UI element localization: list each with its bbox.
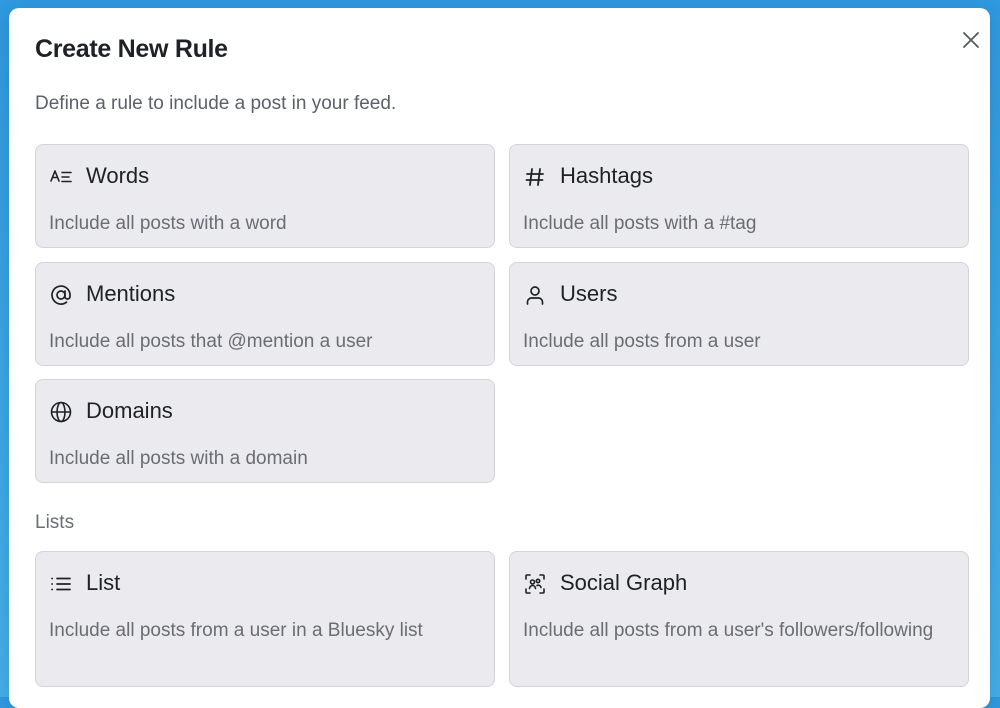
rule-desc-social-graph: Include all posts from a user's follower… [523,620,934,641]
rule-title-mentions: Mentions [86,281,176,306]
rule-card-hashtags[interactable]: Hashtags Include all posts with a #tag [509,144,969,248]
rule-title-words: Words [86,163,150,188]
globe-icon [49,400,73,424]
rule-card-words[interactable]: Words Include all posts with a word [35,144,495,248]
rule-desc-mentions: Include all posts that @mention a user [49,331,373,352]
at-sign-icon [49,283,73,307]
hashtag-icon [523,165,547,189]
close-button[interactable] [957,26,985,54]
rule-desc-users: Include all posts from a user [523,331,761,352]
section-label-lists: Lists [35,512,75,533]
rule-title-users: Users [560,281,618,306]
rule-card-list[interactable]: List Include all posts from a user in a … [35,551,495,687]
close-icon [963,32,979,48]
rule-title-list: List [86,570,121,595]
text-words-icon [49,165,73,189]
rule-card-mentions[interactable]: Mentions Include all posts that @mention… [35,262,495,366]
rule-title-social-graph: Social Graph [560,570,688,595]
dialog-subtitle: Define a rule to include a post in your … [35,93,397,114]
dialog-title: Create New Rule [35,35,228,63]
rule-desc-domains: Include all posts with a domain [49,448,308,469]
social-graph-icon [523,572,547,596]
rule-card-domains[interactable]: Domains Include all posts with a domain [35,379,495,483]
user-icon [523,283,547,307]
rule-desc-list: Include all posts from a user in a Blues… [49,620,423,641]
rule-title-domains: Domains [86,398,173,423]
create-rule-dialog: Create New Rule Define a rule to include… [9,8,990,708]
rule-card-users[interactable]: Users Include all posts from a user [509,262,969,366]
rule-desc-words: Include all posts with a word [49,213,287,234]
rule-desc-hashtags: Include all posts with a #tag [523,213,757,234]
rule-card-social-graph[interactable]: Social Graph Include all posts from a us… [509,551,969,687]
rule-title-hashtags: Hashtags [560,163,653,188]
list-icon [49,572,73,596]
